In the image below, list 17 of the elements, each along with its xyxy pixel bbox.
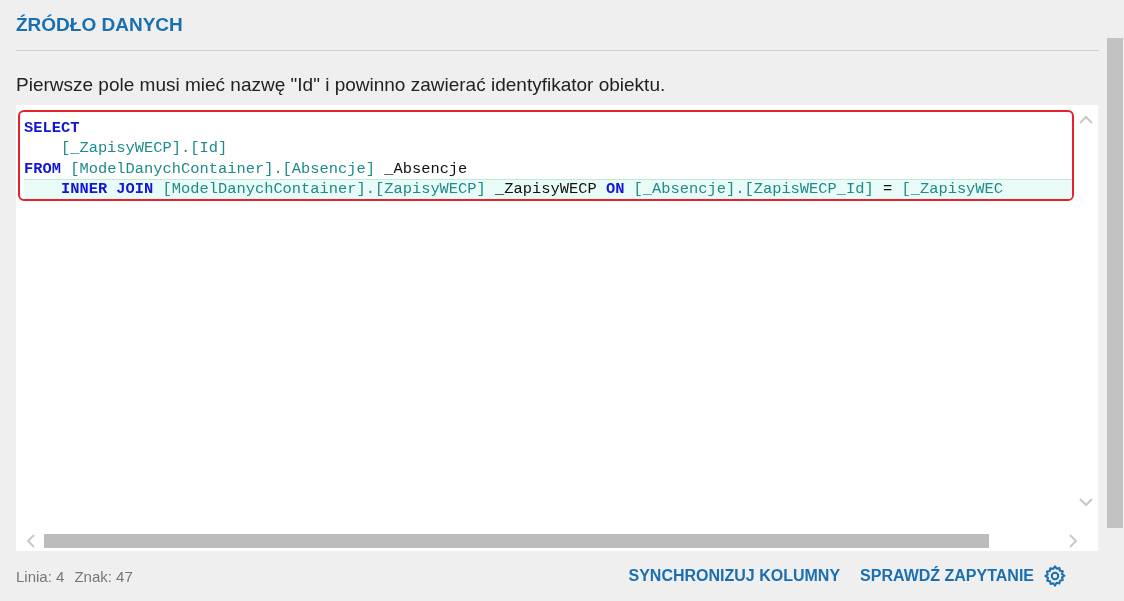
scroll-right-icon[interactable] [1068,534,1078,549]
page-scrollbar-thumb[interactable] [1107,38,1123,528]
sql-editor[interactable]: SELECT [_ZapisyWECP].[Id] FROM [ModelDanychContainer].[Absencje] _Absencje INNER JOIN [ModelDanychContainer].[ZapisyWECP] _ZapisyWECP ON [_Absencje].[ZapisWECP_Id] = [_ZapisyWEC [16,104,1098,552]
section-title: ŹRÓDŁO DANYCH [16,13,183,37]
scroll-left-icon[interactable] [26,534,36,549]
scroll-down-icon[interactable] [1079,497,1093,508]
code-line: FROM [ModelDanychContainer].[Absencje] _Absencje [24,158,468,180]
code-line: SELECT [24,117,80,139]
action-link[interactable]: SPRAWDŹ ZAPYTANIE [860,567,1034,586]
char-indicator: Znak: 47 [74,567,133,585]
scrollbar-thumb[interactable] [44,534,989,549]
code-line: [_ZapisyWECP].[Id] [59,138,228,159]
action-link[interactable]: SYNCHRONIZUJ KOLUMNY [628,567,841,586]
description-text: Pierwsze pole musi mieć nazwę "Id" i powinno zawierać identyfikator obiektu. [16,73,666,97]
line-indicator: Linia: 4 [16,567,65,585]
settings-icon[interactable] [1044,565,1066,588]
scroll-up-icon[interactable] [1079,114,1093,125]
